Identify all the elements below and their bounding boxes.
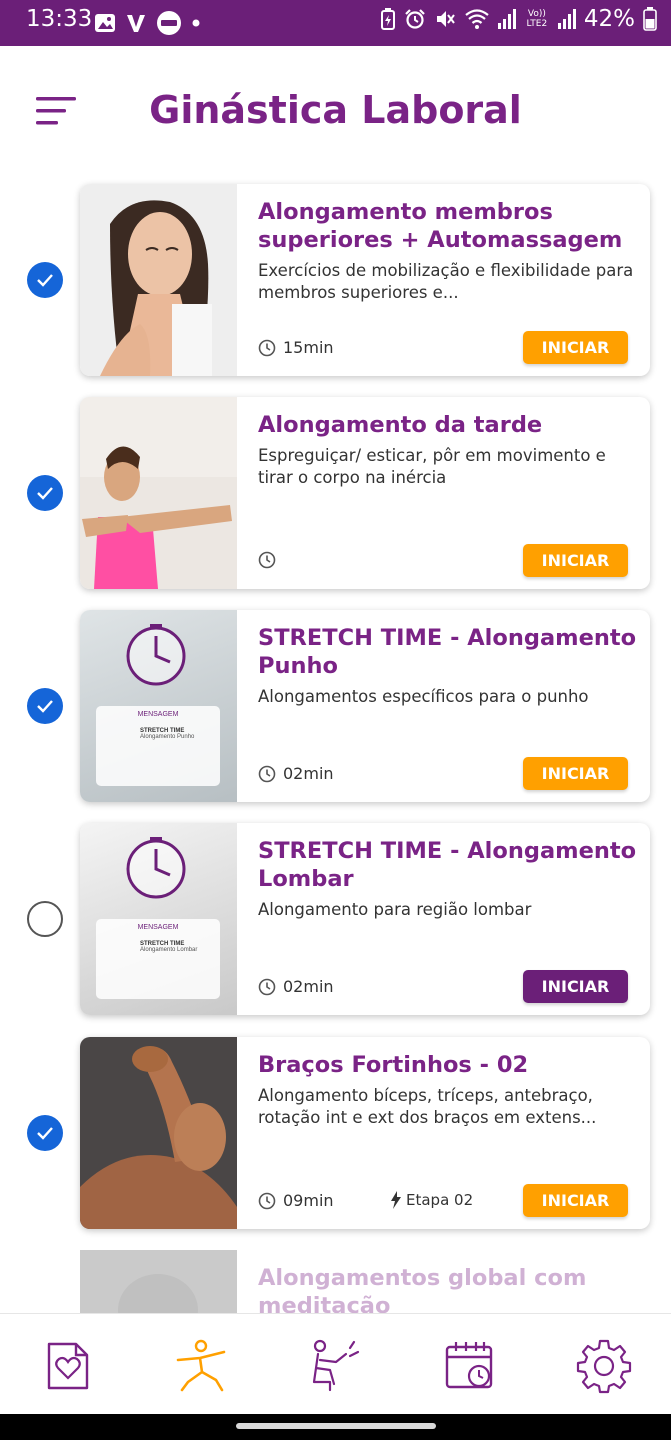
activity-description: Alongamentos específicos para o punho <box>258 687 589 706</box>
wifi-icon <box>465 9 489 29</box>
nav-calendar[interactable] <box>442 1338 498 1394</box>
start-button[interactable]: INICIAR <box>523 970 628 1003</box>
activity-title: Alongamentos global com meditação <box>258 1265 587 1319</box>
gallery-icon <box>95 14 115 32</box>
completed-check[interactable] <box>27 262 63 298</box>
thumbnail-message-card: MENSAGEM STRETCH TIME Alongamento Punho <box>96 706 220 786</box>
status-left-icons <box>94 10 201 36</box>
calendar-icon <box>445 1342 493 1389</box>
exercise-icon <box>176 1339 226 1392</box>
checkmark-icon <box>37 1127 53 1140</box>
battery-icon <box>643 7 657 31</box>
clock-graphic-icon <box>126 837 186 899</box>
activity-description: Alongamento para região lombar <box>258 900 532 919</box>
clock-graphic-icon <box>126 624 186 686</box>
signal-2-icon <box>557 9 576 29</box>
nav-health-card[interactable] <box>40 1338 96 1394</box>
activity-card[interactable]: Alongamento da tarde Espreguiçar/ estica… <box>80 397 650 589</box>
activity-thumbnail <box>80 184 237 376</box>
stage: Etapa 02 <box>390 1191 473 1209</box>
app-header: Ginástica Laboral <box>0 46 671 176</box>
battery-percent: 42% <box>583 6 635 32</box>
ergonomics-icon <box>312 1339 360 1392</box>
mute-icon <box>436 11 455 27</box>
thumbnail-message-card: MENSAGEM STRETCH TIME Alongamento Lombar <box>96 919 220 999</box>
completed-check[interactable] <box>27 475 63 511</box>
activity-thumbnail: MENSAGEM STRETCH TIME Alongamento Punho <box>80 610 237 802</box>
completed-check[interactable] <box>27 1115 63 1151</box>
status-bar: 13:33 Vo)) LTE2 42% <box>0 0 671 46</box>
checkmark-icon <box>37 274 53 287</box>
thumbnail-label: MENSAGEM <box>137 711 179 718</box>
activity-card[interactable]: Alongamento membros superiores + Automas… <box>80 184 650 376</box>
duration-label: 09min <box>283 1191 334 1210</box>
start-button[interactable]: INICIAR <box>523 1184 628 1217</box>
clock-icon <box>258 978 276 995</box>
alarm-icon <box>405 9 425 29</box>
activity-title: STRETCH TIME - Alongamento Punho <box>258 625 637 679</box>
health-card-icon <box>47 1342 89 1390</box>
nav-exercises[interactable] <box>174 1338 230 1394</box>
nav-ergonomics[interactable] <box>306 1338 362 1394</box>
battery-saver-icon <box>380 8 395 30</box>
signal-icon <box>497 9 516 29</box>
incomplete-check[interactable] <box>27 901 63 937</box>
duration-label: 02min <box>283 764 334 783</box>
settings-icon <box>576 1339 632 1394</box>
system-navigation-bar <box>0 1414 671 1440</box>
activity-card-partial[interactable]: Alongamentos global com meditação <box>80 1250 650 1320</box>
thumbnail-label: MENSAGEM <box>137 924 179 931</box>
status-right: Vo)) LTE2 42% <box>380 6 657 32</box>
nav-settings[interactable] <box>576 1338 632 1394</box>
activity-title: Braços Fortinhos - 02 <box>258 1052 529 1078</box>
v-app-icon <box>127 15 145 32</box>
duration-label: 02min <box>283 977 334 996</box>
checkmark-icon <box>37 487 53 500</box>
completed-check[interactable] <box>27 688 63 724</box>
start-button[interactable]: INICIAR <box>523 544 628 577</box>
activity-description: Exercícios de mobilização e flexibilidad… <box>258 261 634 302</box>
thumbnail-subtitle: Alongamento Lombar <box>140 947 198 953</box>
activity-description: Espreguiçar/ esticar, pôr em movimento e… <box>258 446 606 487</box>
clock-icon <box>258 1192 276 1209</box>
status-time: 13:33 <box>26 6 93 32</box>
start-button[interactable]: INICIAR <box>523 331 628 364</box>
activity-thumbnail <box>80 1037 237 1229</box>
activity-card[interactable]: MENSAGEM STRETCH TIME Alongamento Lombar… <box>80 823 650 1015</box>
duration: 02min <box>258 977 334 996</box>
checkmark-icon <box>37 700 53 713</box>
notification-dot-icon <box>192 19 200 27</box>
stage-label: Etapa 02 <box>406 1191 474 1209</box>
bottom-navigation <box>0 1313 671 1414</box>
clock-icon <box>258 339 276 356</box>
clock-icon <box>258 551 276 569</box>
cbn-icon <box>157 11 181 35</box>
page-title: Ginástica Laboral <box>149 88 522 132</box>
activity-card[interactable]: MENSAGEM STRETCH TIME Alongamento Punho … <box>80 610 650 802</box>
thumbnail-subtitle: Alongamento Punho <box>140 734 195 740</box>
activity-card[interactable]: Braços Fortinhos - 02 Alongamento bíceps… <box>80 1037 650 1229</box>
duration: 09min <box>258 1191 334 1210</box>
activity-title: Alongamento membros superiores + Automas… <box>258 199 623 253</box>
duration: 02min <box>258 764 334 783</box>
network-label: Vo)) LTE2 <box>526 9 548 29</box>
activity-description: Alongamento bíceps, tríceps, antebraço, … <box>258 1086 597 1127</box>
activity-title: STRETCH TIME - Alongamento Lombar <box>258 838 637 892</box>
lightning-icon <box>391 1191 401 1209</box>
duration <box>258 551 283 569</box>
clock-icon <box>258 765 276 782</box>
activity-title: Alongamento da tarde <box>258 412 543 438</box>
activity-thumbnail: MENSAGEM STRETCH TIME Alongamento Lombar <box>80 823 237 1015</box>
activity-thumbnail <box>80 397 237 589</box>
activity-thumbnail <box>80 1250 237 1320</box>
start-button[interactable]: INICIAR <box>523 757 628 790</box>
duration: 15min <box>258 338 334 357</box>
home-gesture-handle[interactable] <box>236 1423 436 1429</box>
duration-label: 15min <box>283 338 334 357</box>
